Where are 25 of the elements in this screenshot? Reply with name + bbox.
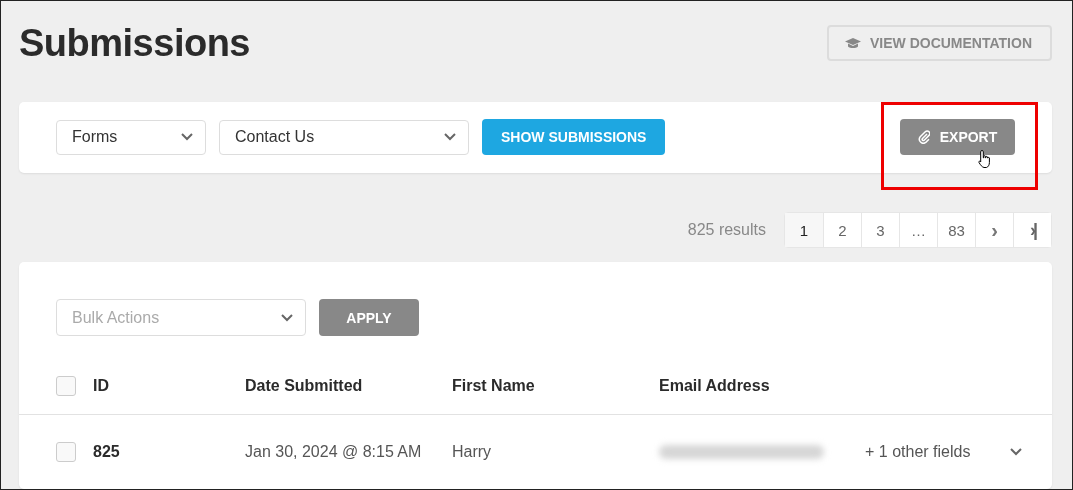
last-page-button[interactable]: ›| [1013, 213, 1051, 247]
table-cell-text: Jan 30, 2024 @ 8:15 AM [245, 443, 423, 461]
page-title: Submissions [19, 22, 250, 66]
column-header: Date Submitted [245, 376, 364, 395]
paperclip-icon [917, 130, 930, 145]
chevron-down-icon [444, 133, 456, 142]
table-cell-text: 825 [93, 443, 121, 461]
apply-button[interactable]: APPLY [319, 299, 419, 336]
row-checkbox[interactable] [56, 442, 76, 462]
graduation-cap-icon [844, 36, 861, 49]
view-documentation-button[interactable]: VIEW DOCUMENTATION [826, 24, 1052, 61]
export-button[interactable]: EXPORT [900, 119, 1015, 156]
column-header: ID [93, 376, 110, 395]
chevron-down-icon [181, 133, 193, 142]
dropdown[interactable]: Contact Us [219, 119, 469, 155]
column-header: Email Address [659, 376, 771, 395]
table-cell-text: Harry [452, 443, 493, 461]
column-header: First Name [452, 376, 536, 395]
chevron-down-icon [281, 313, 293, 322]
results-count: 825 results [687, 221, 766, 239]
page-button[interactable]: 1 [785, 213, 823, 247]
dropdown[interactable]: Forms [56, 119, 206, 155]
select-all-checkbox[interactable] [56, 375, 76, 396]
expand-chevron-icon[interactable] [1010, 448, 1022, 456]
other-fields-text: + 1 other fields [865, 443, 972, 461]
